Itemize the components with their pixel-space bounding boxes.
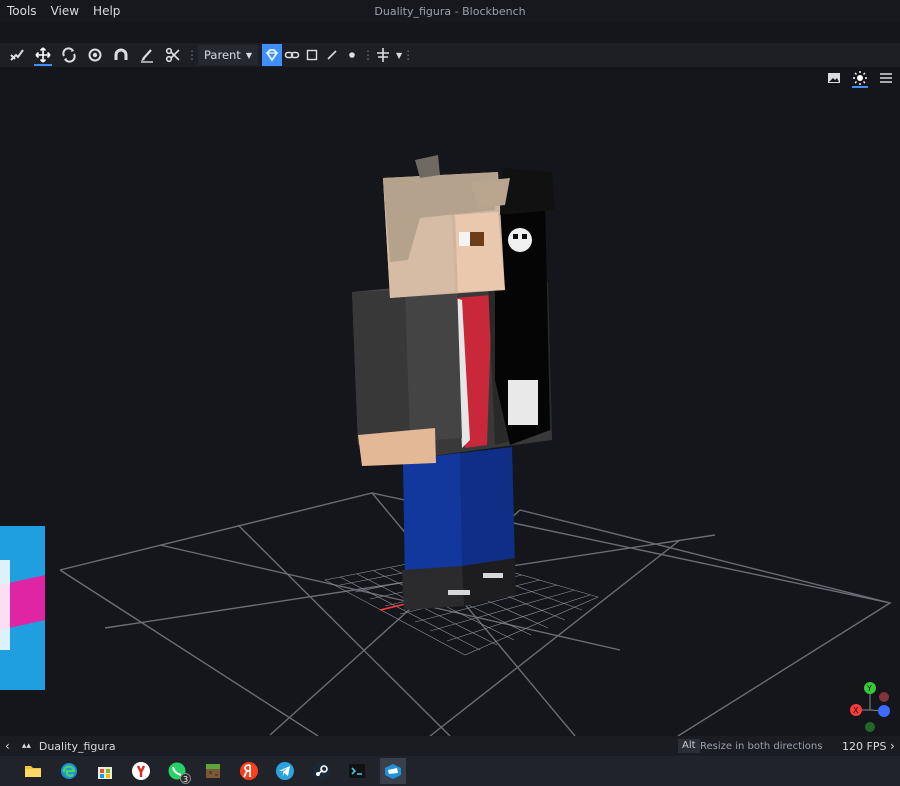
character-model[interactable] xyxy=(352,155,555,610)
yandex-browser-icon[interactable] xyxy=(128,758,154,784)
vertex-snap-icon[interactable] xyxy=(4,44,30,66)
link-icon[interactable] xyxy=(282,44,302,66)
key-hint: Alt xyxy=(678,739,700,753)
mirror-tool-icon[interactable] xyxy=(370,44,396,66)
pivot-tool-icon[interactable] xyxy=(82,44,108,66)
menu-bar: Tools View Help Duality_figura - Blockbe… xyxy=(0,0,900,22)
point-icon[interactable] xyxy=(342,44,362,66)
x-axis-label: X xyxy=(853,706,859,715)
hamburger-menu-icon[interactable] xyxy=(876,69,896,87)
toolbar-separator: ⋮ xyxy=(186,48,198,62)
transform-space-select[interactable]: Parent ▼ xyxy=(198,45,258,65)
3d-viewport[interactable]: Y X xyxy=(0,67,900,736)
transform-space-label: Parent xyxy=(204,48,241,62)
axis-gizmo[interactable]: Y X xyxy=(850,682,890,732)
steam-icon[interactable] xyxy=(308,758,334,784)
window-title: Duality_figura - Blockbench xyxy=(374,4,526,18)
sun-icon[interactable] xyxy=(850,69,870,88)
status-hint: Resize in both directions xyxy=(700,740,823,752)
whatsapp-icon[interactable]: 3 xyxy=(164,758,191,784)
thumbnail-preview[interactable] xyxy=(0,526,45,690)
tool-bar: ⋮ Parent ▼ ⋮ ▼ ⋮ xyxy=(0,43,900,67)
chevron-right-icon[interactable]: › xyxy=(890,739,895,753)
y-axis-label: Y xyxy=(866,684,872,693)
menu-view[interactable]: View xyxy=(44,4,86,18)
diamond-select-icon[interactable] xyxy=(261,44,282,66)
microsoft-store-icon[interactable] xyxy=(92,758,118,784)
telegram-icon[interactable] xyxy=(272,758,298,784)
terminal-icon[interactable] xyxy=(344,758,370,784)
paint-brush-icon[interactable] xyxy=(134,44,160,66)
project-icon: ▴▴ xyxy=(21,741,31,751)
menu-help[interactable]: Help xyxy=(86,4,127,18)
project-name[interactable]: Duality_figura xyxy=(39,740,116,753)
scene-canvas: Y X xyxy=(0,155,892,736)
toolbar-separator: ⋮ xyxy=(402,48,415,62)
vertex-snap-magnet-icon[interactable] xyxy=(108,44,134,66)
toolbar-separator: ⋮ xyxy=(361,48,374,62)
chevron-down-icon: ▼ xyxy=(245,50,252,60)
menu-tools[interactable]: Tools xyxy=(0,4,44,18)
screenshot-icon[interactable] xyxy=(824,69,844,87)
square-icon[interactable] xyxy=(302,44,322,66)
yandex-icon[interactable] xyxy=(236,758,262,784)
blockbench-icon[interactable] xyxy=(380,758,406,784)
taskbar: 3 xyxy=(0,756,900,786)
status-bar: ‹ ▴▴ Duality_figura Alt Resize in both d… xyxy=(0,736,900,756)
notification-badge: 3 xyxy=(180,773,191,784)
scissors-icon[interactable] xyxy=(160,44,186,66)
fps-counter: 120 FPS xyxy=(842,739,887,753)
edge-icon[interactable] xyxy=(56,758,82,784)
rotate-tool-icon[interactable] xyxy=(56,44,82,66)
file-explorer-icon[interactable] xyxy=(20,758,46,784)
minecraft-icon[interactable] xyxy=(200,758,226,784)
move-tool-icon[interactable] xyxy=(30,44,56,66)
viewport-controls xyxy=(824,69,896,88)
line-icon[interactable] xyxy=(322,44,342,66)
chevron-left-icon[interactable]: ‹ xyxy=(5,739,10,753)
